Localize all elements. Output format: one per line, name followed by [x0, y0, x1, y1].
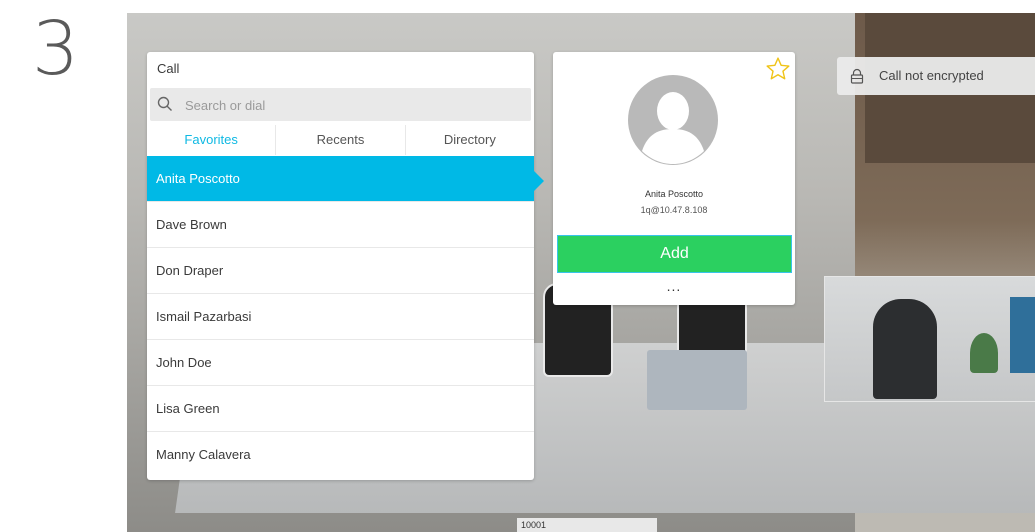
contact-list-item[interactable]: Dave Brown — [147, 201, 534, 247]
video-screen: 10001 Call Favorites Recents Directory A… — [127, 13, 1035, 532]
star-icon[interactable] — [765, 56, 791, 82]
panel-title: Call — [157, 61, 180, 76]
tab-favorites[interactable]: Favorites — [147, 125, 275, 155]
contact-list-item[interactable]: John Doe — [147, 339, 534, 385]
encryption-status-text: Call not encrypted — [879, 68, 984, 83]
pip-whiteboard — [1010, 297, 1035, 373]
laptop — [647, 350, 747, 410]
tab-directory[interactable]: Directory — [404, 125, 534, 155]
pip-plant — [970, 333, 998, 373]
contact-name: Anita Poscotto — [644, 189, 704, 199]
contact-list-item[interactable]: Lisa Green — [147, 385, 534, 431]
contact-list-item[interactable]: Ismail Pazarbasi — [147, 293, 534, 339]
contact-list-item[interactable]: Anita Poscotto — [147, 156, 534, 201]
bottom-label: 10001 — [517, 518, 657, 532]
pip-person — [873, 299, 937, 399]
contact-card: Anita Poscotto 1q@10.47.8.108 Add ... — [553, 52, 795, 305]
search-input[interactable] — [177, 88, 527, 123]
self-view-pip — [824, 276, 1035, 402]
contact-list: Anita Poscotto Dave Brown Don Draper Ism… — [147, 156, 534, 477]
tab-recents[interactable]: Recents — [275, 125, 404, 155]
contact-list-item[interactable]: Manny Calavera — [147, 431, 534, 477]
selection-arrow-icon — [534, 171, 544, 191]
tab-bar: Favorites Recents Directory — [147, 125, 534, 155]
contact-list-item[interactable]: Don Draper — [147, 247, 534, 293]
search-box[interactable] — [150, 88, 531, 123]
search-icon — [157, 96, 172, 111]
more-options-button[interactable]: ... — [661, 279, 687, 293]
encryption-status-badge: Call not encrypted — [837, 57, 1035, 95]
step-number: 3 — [32, 6, 80, 92]
person-silhouette-icon — [628, 75, 718, 165]
lock-icon — [850, 68, 864, 84]
call-panel: Call Favorites Recents Directory Anita P… — [147, 52, 534, 480]
add-button[interactable]: Add — [557, 235, 792, 273]
contact-address: 1q@10.47.8.108 — [640, 205, 708, 215]
